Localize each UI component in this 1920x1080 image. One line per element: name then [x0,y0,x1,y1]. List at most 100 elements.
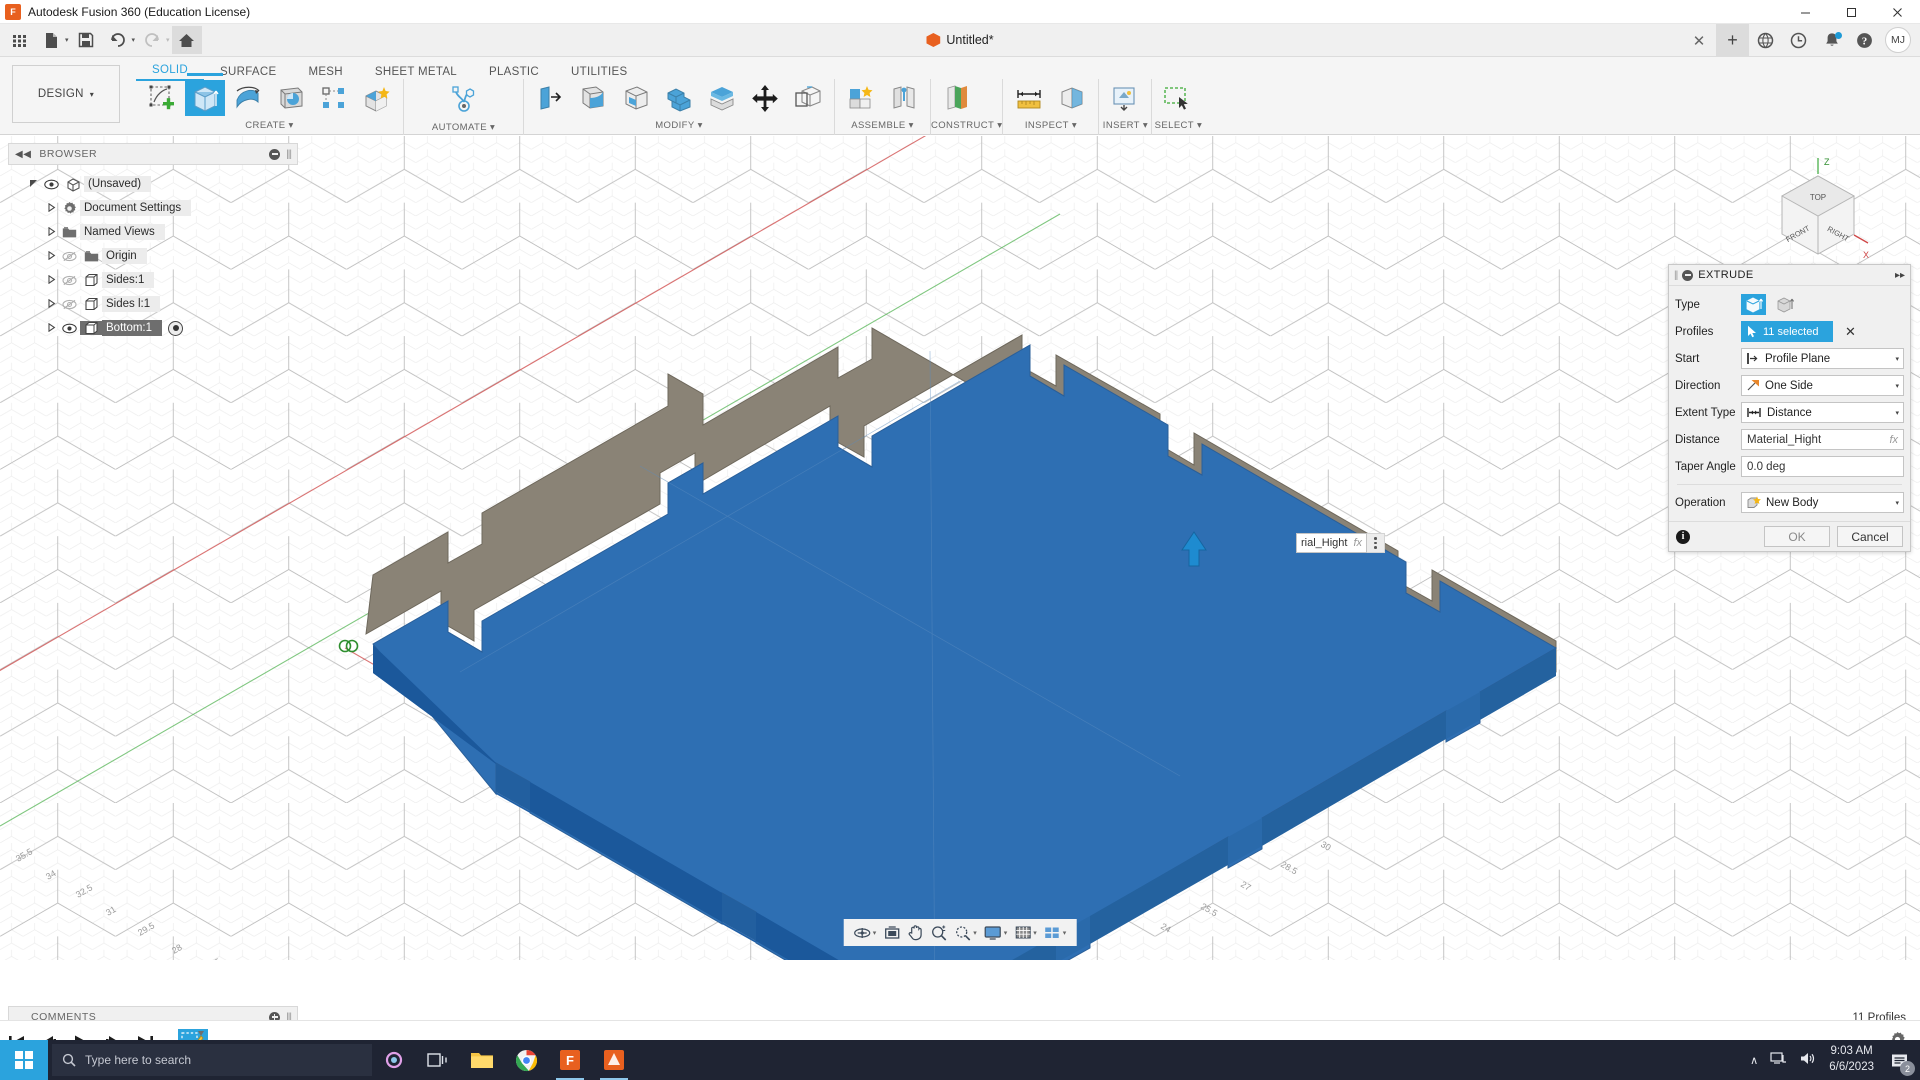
collapse-arrow-icon[interactable] [44,299,58,310]
visibility-eye-off-icon[interactable] [58,299,80,310]
grid-snap-icon[interactable]: ▾ [1011,920,1040,945]
panel-label-inspect[interactable]: INSPECT▾ [1003,117,1098,133]
extrude-solid-icon[interactable] [1741,294,1766,315]
undo-caret-icon[interactable]: ▾ [132,36,136,44]
cortana-icon[interactable] [372,1040,416,1080]
select-window-icon[interactable] [1158,80,1198,116]
app-grid-icon[interactable] [4,26,34,54]
tree-node-sides-l-1[interactable]: Sides l:1 [8,292,298,316]
document-tab[interactable]: Untitled* [926,33,993,47]
panel-label-modify[interactable]: MODIFY▾ [524,117,834,133]
expand-arrow-icon[interactable] [26,179,40,190]
cancel-button[interactable]: Cancel [1837,526,1903,547]
job-status-icon[interactable] [1782,24,1815,57]
search-input[interactable]: Type here to search [52,1044,372,1076]
panel-label-automate[interactable]: AUTOMATE▾ [404,119,523,135]
visibility-eye-icon[interactable] [58,323,80,334]
new-component-icon[interactable] [841,80,881,116]
create-form-icon[interactable] [357,80,397,116]
extrude-icon[interactable] [185,80,225,116]
viewports-icon[interactable]: ▾ [1041,920,1070,945]
panel-label-insert[interactable]: INSERT▾ [1099,117,1151,133]
create-sketch-icon[interactable] [142,80,182,116]
visibility-eye-off-icon[interactable] [58,251,80,262]
direction-dropdown[interactable]: One Side ▾ [1741,375,1904,396]
close-tab-icon[interactable]: ✕ [1682,24,1716,57]
move-copy-icon[interactable] [745,80,785,116]
browser-grip-icon[interactable]: ||| [286,149,291,160]
visibility-eye-off-icon[interactable] [58,275,80,286]
volume-icon[interactable] [1799,1051,1817,1069]
undo-icon[interactable] [103,26,133,54]
fusion-360-icon[interactable] [592,1040,636,1080]
collapse-arrow-icon[interactable] [44,203,58,214]
collapse-arrow-icon[interactable] [44,275,58,286]
close-button[interactable] [1874,0,1920,24]
redo-caret-icon[interactable]: ▾ [166,36,170,44]
save-icon[interactable] [71,26,101,54]
revolve-icon[interactable] [228,80,268,116]
fit-icon[interactable] [880,920,903,945]
orbit-caret-icon[interactable]: ▾ [873,929,877,937]
zoom-window-icon[interactable]: ▾ [951,920,980,945]
combine-icon[interactable] [659,80,699,116]
new-file-caret-icon[interactable]: ▾ [65,36,69,44]
display-settings-icon[interactable]: ▾ [981,920,1011,945]
avatar[interactable]: MJ [1885,27,1911,53]
chrome-icon[interactable] [504,1040,548,1080]
zoom-window-caret-icon[interactable]: ▾ [973,929,977,937]
tree-node-bottom-1[interactable]: Bottom:1 [8,316,298,340]
display-settings-caret-icon[interactable]: ▾ [1004,929,1008,937]
pattern-icon[interactable] [314,80,354,116]
browser-collapse-all-icon[interactable] [269,149,280,160]
workspace-switcher[interactable]: DESIGN ▾ [12,65,120,123]
collapse-arrow-icon[interactable] [44,227,58,238]
panel-label-assemble[interactable]: ASSEMBLE▾ [835,117,930,133]
tree-node-origin[interactable]: Origin [8,244,298,268]
extent-type-caret-icon[interactable]: ▾ [1895,409,1899,417]
new-tab-button[interactable]: + [1716,24,1749,57]
browser-collapse-icon[interactable]: ◀◀ [15,149,31,160]
shell-icon[interactable] [616,80,656,116]
dialog-grip-icon[interactable]: || [1674,270,1677,281]
collapse-arrow-icon[interactable] [44,251,58,262]
ok-button[interactable]: OK [1764,526,1830,547]
fusion-launcher-icon[interactable]: F [548,1040,592,1080]
pan-icon[interactable] [904,920,926,945]
automate-generative-design-icon[interactable] [444,81,484,117]
fillet-icon[interactable] [573,80,613,116]
extrude-dialog-header[interactable]: || EXTRUDE ▸▸ [1669,265,1910,286]
joint-icon[interactable] [884,80,924,116]
insert-derive-icon[interactable] [1105,80,1145,116]
offset-plane-icon[interactable] [937,80,977,116]
measure-icon[interactable] [1009,80,1049,116]
orbit-icon[interactable]: ▾ [851,920,880,945]
start-dropdown[interactable]: Profile Plane ▾ [1741,348,1904,369]
tray-expand-chevron-icon[interactable]: ∧ [1750,1054,1758,1067]
dialog-expand-icon[interactable]: ▸▸ [1895,270,1905,281]
extrude-thin-icon[interactable] [1772,294,1797,315]
view-cube[interactable]: TOP FRONT RIGHT Z X [1758,156,1878,276]
canvas-distance-field[interactable]: rial_Hight fx [1296,533,1385,553]
minimize-button[interactable] [1782,0,1828,24]
sweep-icon[interactable] [271,80,311,116]
distance-input[interactable]: Material_Hight fx [1741,429,1904,450]
info-icon[interactable]: i [1676,530,1690,544]
visibility-eye-icon[interactable] [40,179,62,190]
tree-node-unsaved[interactable]: (Unsaved) [8,172,298,196]
taper-angle-input[interactable]: 0.0 deg [1741,456,1904,477]
panel-label-select[interactable]: SELECT▾ [1152,117,1204,133]
profiles-selection-chip[interactable]: 11 selected [1741,321,1833,342]
file-explorer-icon[interactable] [460,1040,504,1080]
split-face-icon[interactable] [702,80,742,116]
grid-snap-caret-icon[interactable]: ▾ [1033,929,1037,937]
press-pull-icon[interactable] [530,80,570,116]
home-icon[interactable] [172,26,202,54]
help-icon[interactable]: ? [1848,24,1881,57]
canvas-distance-fx-icon[interactable]: fx [1353,537,1362,549]
distance-fx-icon[interactable]: fx [1889,434,1898,446]
windows-start-icon[interactable] [0,1040,48,1080]
notifications-tray-icon[interactable]: 2 [1886,1047,1912,1073]
operation-caret-icon[interactable]: ▾ [1895,499,1899,507]
component-activate-radio[interactable] [168,321,183,336]
